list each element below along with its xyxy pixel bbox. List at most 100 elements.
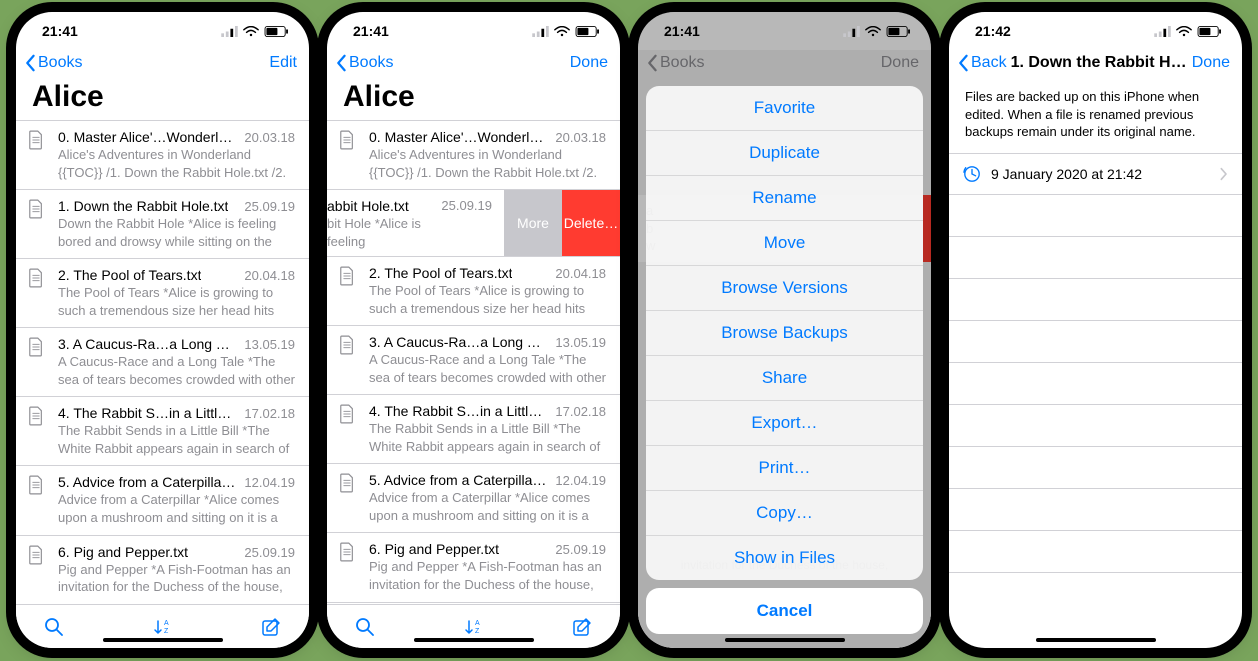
status-icons xyxy=(843,26,911,37)
file-row[interactable]: 6. Pig and Pepper.txt 25.09.19 Pig and P… xyxy=(327,533,620,602)
file-date: 20.04.18 xyxy=(244,268,295,283)
file-row[interactable]: 6. Pig and Pepper.txt 25.09.19 Pig and P… xyxy=(16,536,309,604)
sheet-item[interactable]: Share xyxy=(646,356,923,401)
cancel-button[interactable]: Cancel xyxy=(646,588,923,634)
nav-bar: Books Done xyxy=(327,50,620,80)
file-preview: Advice from a Caterpillar *Alice comes u… xyxy=(369,489,606,524)
file-row[interactable]: 4. The Rabbit S…in a Little Bill.txt 17.… xyxy=(16,397,309,466)
file-row[interactable]: 3. A Caucus-Ra…a Long Tale.txt 13.05.19 … xyxy=(327,326,620,395)
nav-bar: Books Edit xyxy=(16,50,309,80)
home-indicator[interactable] xyxy=(725,638,845,642)
file-preview: Alice's Adventures in Wonderland {{TOC}}… xyxy=(369,146,606,181)
back-label: Books xyxy=(38,54,82,72)
file-title: 2. The Pool of Tears.txt xyxy=(369,265,512,281)
document-icon xyxy=(339,472,361,524)
battery-icon xyxy=(264,26,289,37)
cancel-group: Cancel xyxy=(646,588,923,634)
status-icons xyxy=(1154,26,1222,37)
file-row[interactable]: 3. A Caucus-Ra…a Long Tale.txt 13.05.19 … xyxy=(16,328,309,397)
file-preview: The Rabbit Sends in a Little Bill *The W… xyxy=(58,422,295,457)
home-indicator[interactable] xyxy=(414,638,534,642)
screen-backups: 21:42 Back 1. Down the Rabbit Hole.txt D… xyxy=(949,12,1242,648)
sheet-item[interactable]: Favorite xyxy=(646,86,923,131)
chevron-left-icon xyxy=(957,54,969,72)
sheet-item[interactable]: Duplicate xyxy=(646,131,923,176)
document-icon xyxy=(28,544,50,596)
back-button[interactable]: Books xyxy=(24,54,82,72)
file-preview: The Pool of Tears *Alice is growing to s… xyxy=(58,284,295,319)
document-icon xyxy=(28,198,50,250)
status-bar: 21:41 xyxy=(16,12,309,50)
file-preview: A Caucus-Race and a Long Tale *The sea o… xyxy=(369,351,606,386)
file-title: 4. The Rabbit S…in a Little Bill.txt xyxy=(369,403,547,419)
search-icon[interactable] xyxy=(355,617,375,637)
compose-icon[interactable] xyxy=(572,617,592,637)
wifi-icon xyxy=(243,26,259,37)
file-preview: The Rabbit Sends in a Little Bill *The W… xyxy=(369,420,606,455)
battery-icon xyxy=(1197,26,1222,37)
swipe-delete-button[interactable]: Delete… xyxy=(562,190,620,256)
history-icon xyxy=(963,165,981,183)
sheet-item[interactable]: Rename xyxy=(646,176,923,221)
file-date: 20.03.18 xyxy=(555,130,606,145)
status-icons xyxy=(532,26,600,37)
file-preview: Pig and Pepper *A Fish-Footman has an in… xyxy=(369,558,606,593)
home-indicator[interactable] xyxy=(103,638,223,642)
status-icons xyxy=(221,26,289,37)
wifi-icon xyxy=(554,26,570,37)
file-title: 0. Master Alice'…Wonderland.txt xyxy=(369,129,547,145)
file-row[interactable]: 5. Advice from a Caterpillar.txt 12.04.1… xyxy=(16,466,309,535)
done-button[interactable]: Done xyxy=(570,54,608,72)
file-title: 1. Down the Rabbit Hole.txt xyxy=(58,198,228,214)
file-row[interactable]: 4. The Rabbit S…in a Little Bill.txt 17.… xyxy=(327,395,620,464)
home-indicator[interactable] xyxy=(1036,638,1156,642)
file-date: 12.04.19 xyxy=(244,475,295,490)
file-row[interactable]: 2. The Pool of Tears.txt 20.04.18 The Po… xyxy=(16,259,309,328)
file-row[interactable]: 0. Master Alice'…Wonderland.txt 20.03.18… xyxy=(16,121,309,190)
back-label: Books xyxy=(349,54,393,72)
sheet-item[interactable]: Print… xyxy=(646,446,923,491)
sort-icon[interactable] xyxy=(153,617,173,637)
sort-icon[interactable] xyxy=(464,617,484,637)
document-icon xyxy=(339,334,361,386)
document-icon xyxy=(28,129,50,181)
backup-row[interactable]: 9 January 2020 at 21:42 xyxy=(949,153,1242,195)
done-button[interactable]: Done xyxy=(1192,54,1230,72)
file-preview: bit Hole *Alice is feelingowsy while sit… xyxy=(327,215,441,250)
file-title: 0. Master Alice'…Wonderland.txt xyxy=(58,129,236,145)
search-icon[interactable] xyxy=(44,617,64,637)
chevron-left-icon xyxy=(335,54,347,72)
sheet-item[interactable]: Browse Backups xyxy=(646,311,923,356)
back-button[interactable]: Books xyxy=(335,54,393,72)
edit-button[interactable]: Edit xyxy=(269,54,297,72)
status-bar: 21:42 xyxy=(949,12,1242,50)
file-row[interactable]: 0. Master Alice'…Wonderland.txt 20.03.18… xyxy=(327,121,620,190)
back-button[interactable]: Back xyxy=(957,54,1007,72)
document-icon xyxy=(339,265,361,317)
file-list[interactable]: 0. Master Alice'…Wonderland.txt 20.03.18… xyxy=(327,120,620,604)
file-list[interactable]: 0. Master Alice'…Wonderland.txt 20.03.18… xyxy=(16,120,309,604)
file-row[interactable]: 1. Down the Rabbit Hole.txt 25.09.19 Dow… xyxy=(16,190,309,259)
document-icon xyxy=(339,129,361,181)
compose-icon[interactable] xyxy=(261,617,281,637)
screen-swipe: 21:41 Books Done Alice 0. Master Alice'…… xyxy=(327,12,620,648)
file-row[interactable]: 5. Advice from a Caterpillar.txt 12.04.1… xyxy=(327,464,620,533)
file-row[interactable]: 2. The Pool of Tears.txt 20.04.18 The Po… xyxy=(327,257,620,326)
sheet-item[interactable]: Export… xyxy=(646,401,923,446)
sheet-item[interactable]: Copy… xyxy=(646,491,923,536)
file-title: 4. The Rabbit S…in a Little Bill.txt xyxy=(58,405,236,421)
file-title: 6. Pig and Pepper.txt xyxy=(58,544,188,560)
backup-date: 9 January 2020 at 21:42 xyxy=(991,166,1142,182)
sheet-group: FavoriteDuplicateRenameMoveBrowse Versio… xyxy=(646,86,923,580)
sheet-item[interactable]: Browse Versions xyxy=(646,266,923,311)
sheet-item[interactable]: Move xyxy=(646,221,923,266)
swipe-more-button[interactable]: More xyxy=(504,190,562,256)
file-preview: A Caucus-Race and a Long Tale *The sea o… xyxy=(58,353,295,388)
file-title: 6. Pig and Pepper.txt xyxy=(369,541,499,557)
document-icon xyxy=(28,336,50,388)
document-icon xyxy=(28,405,50,457)
page-title: Alice xyxy=(327,80,620,120)
signal-icon xyxy=(843,26,860,37)
file-row-swiped[interactable]: abbit Hole.txt bit Hole *Alice is feelin… xyxy=(327,190,620,257)
sheet-item[interactable]: Show in Files xyxy=(646,536,923,580)
